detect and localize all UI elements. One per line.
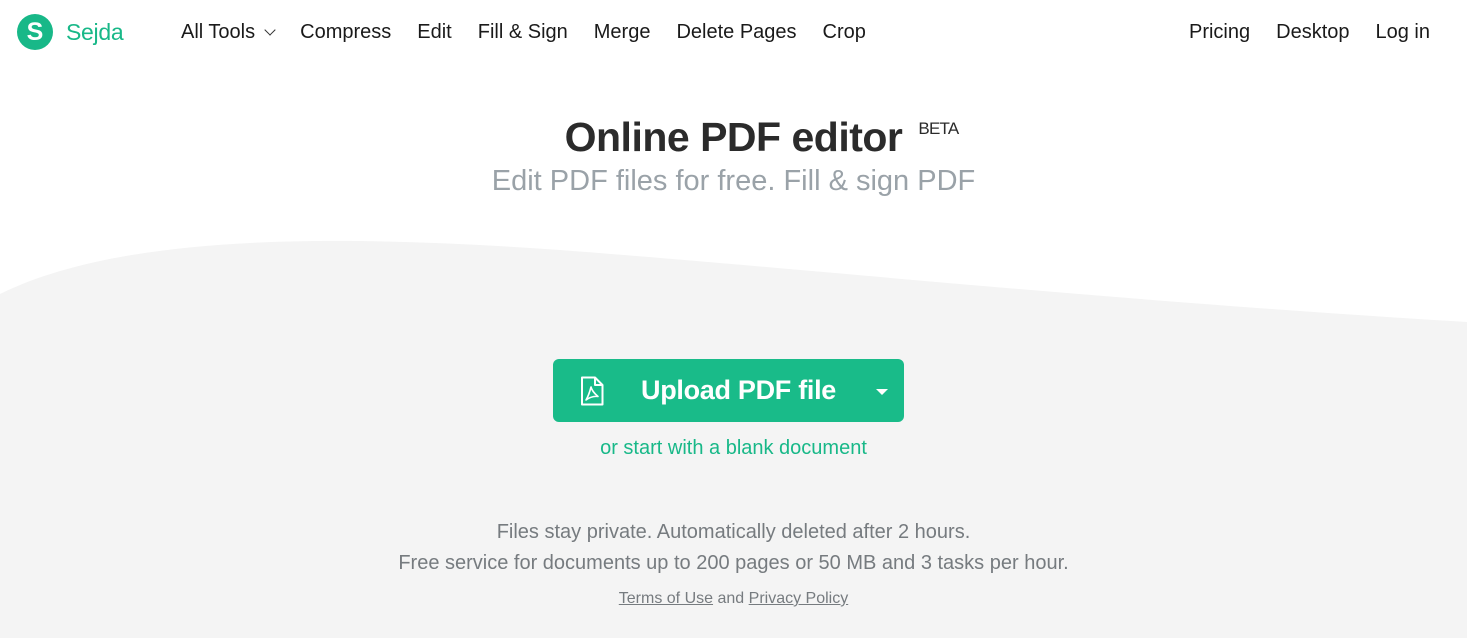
terms-of-use-link[interactable]: Terms of Use bbox=[619, 590, 713, 607]
chevron-down-icon bbox=[264, 23, 276, 36]
beta-badge: BETA bbox=[918, 119, 959, 138]
privacy-policy-link[interactable]: Privacy Policy bbox=[749, 590, 849, 607]
privacy-note: Files stay private. Automatically delete… bbox=[496, 521, 971, 543]
main-nav: All Tools Compress Edit Fill & Sign Merg… bbox=[181, 19, 892, 45]
caret-down-icon[interactable] bbox=[876, 389, 888, 395]
nav-login[interactable]: Log in bbox=[1376, 19, 1431, 45]
upload-control: Upload PDF file bbox=[553, 359, 904, 422]
nav-edit[interactable]: Edit bbox=[417, 19, 451, 45]
nav-all-tools[interactable]: All Tools bbox=[181, 19, 276, 45]
page-title-text: Online PDF editor bbox=[564, 114, 903, 160]
nav-desktop[interactable]: Desktop bbox=[1276, 19, 1349, 45]
upload-button-label: Upload PDF file bbox=[641, 375, 837, 405]
nav-delete-pages[interactable]: Delete Pages bbox=[676, 19, 796, 45]
sejda-logo[interactable]: S Sejda bbox=[17, 14, 124, 50]
nav-pricing[interactable]: Pricing bbox=[1189, 19, 1250, 45]
limits-note: Free service for documents up to 200 pag… bbox=[398, 552, 1069, 574]
page-title: Online PDF editor BETA bbox=[564, 114, 960, 161]
nav-all-tools-label: All Tools bbox=[181, 21, 256, 43]
legal-and-text: and bbox=[717, 590, 745, 607]
pdf-file-icon bbox=[581, 376, 604, 406]
logo-badge-icon: S bbox=[17, 14, 53, 50]
service-info: Files stay private. Automatically delete… bbox=[0, 517, 1467, 579]
nav-crop[interactable]: Crop bbox=[823, 19, 866, 45]
legal-links: Terms of Use and Privacy Policy bbox=[0, 590, 1467, 608]
nav-compress[interactable]: Compress bbox=[300, 19, 391, 45]
nav-fill-sign[interactable]: Fill & Sign bbox=[478, 19, 568, 45]
blank-document-link[interactable]: or start with a blank document bbox=[600, 437, 867, 459]
upload-pdf-button[interactable]: Upload PDF file bbox=[553, 359, 904, 422]
page-subtitle: Edit PDF files for free. Fill & sign PDF bbox=[491, 165, 976, 197]
top-navbar: S Sejda All Tools Compress Edit Fill & S… bbox=[0, 0, 1467, 66]
nav-merge[interactable]: Merge bbox=[594, 19, 651, 45]
blank-document-row: or start with a blank document bbox=[0, 437, 1467, 460]
hero: Online PDF editor BETA Edit PDF files fo… bbox=[0, 114, 1467, 198]
logo-text: Sejda bbox=[66, 18, 124, 45]
account-nav: Pricing Desktop Log in bbox=[1163, 19, 1430, 45]
